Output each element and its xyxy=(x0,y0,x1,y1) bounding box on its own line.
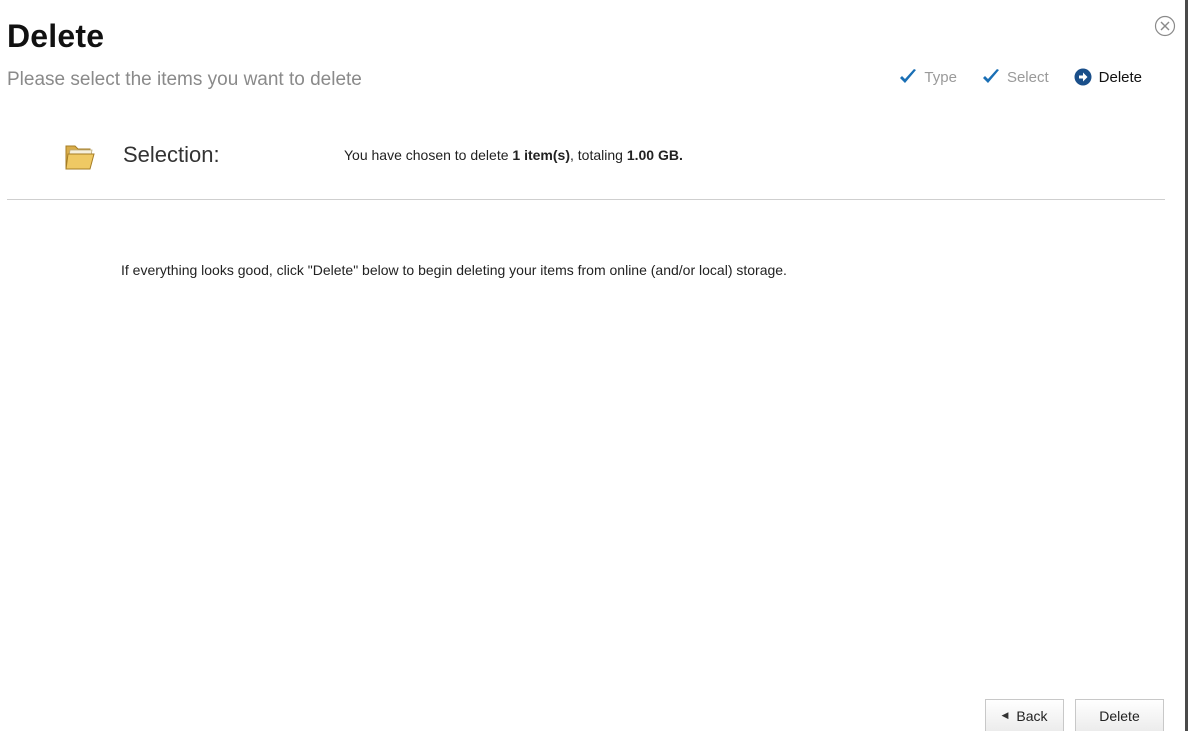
step-label: Type xyxy=(924,68,957,86)
folder-icon xyxy=(62,140,96,172)
divider xyxy=(7,199,1165,200)
step-type: Type xyxy=(898,67,957,87)
instructions-text: If everything looks good, click "Delete"… xyxy=(121,262,787,278)
delete-dialog: Delete Please select the items you want … xyxy=(0,0,1188,731)
back-button[interactable]: ◀ Back xyxy=(985,699,1064,731)
selection-text-prefix: You have chosen to delete xyxy=(344,147,513,163)
step-delete: Delete xyxy=(1073,67,1142,87)
selection-description: You have chosen to delete 1 item(s), tot… xyxy=(344,147,683,163)
delete-button[interactable]: Delete xyxy=(1075,699,1164,731)
step-label: Select xyxy=(1006,68,1049,86)
page-title: Delete xyxy=(7,18,105,54)
page-subtitle: Please select the items you want to dele… xyxy=(7,69,362,90)
selection-count: 1 item(s) xyxy=(512,147,570,163)
back-button-label: Back xyxy=(1016,707,1048,724)
wizard-steps: Type Select Delete xyxy=(874,67,1142,87)
checkmark-icon xyxy=(898,67,918,87)
back-arrow-icon: ◀ xyxy=(1001,710,1009,720)
arrow-circle-icon xyxy=(1073,67,1093,87)
selection-label: Selection: xyxy=(123,142,220,167)
selection-summary: Selection: You have chosen to delete 1 i… xyxy=(0,130,1165,188)
step-select: Select xyxy=(981,67,1049,87)
delete-button-label: Delete xyxy=(1099,707,1140,724)
selection-size: 1.00 GB. xyxy=(626,147,683,163)
checkmark-icon xyxy=(981,67,1001,87)
step-label: Delete xyxy=(1098,68,1142,86)
selection-text-middle: , totaling xyxy=(569,147,627,163)
close-icon[interactable] xyxy=(1154,15,1176,37)
